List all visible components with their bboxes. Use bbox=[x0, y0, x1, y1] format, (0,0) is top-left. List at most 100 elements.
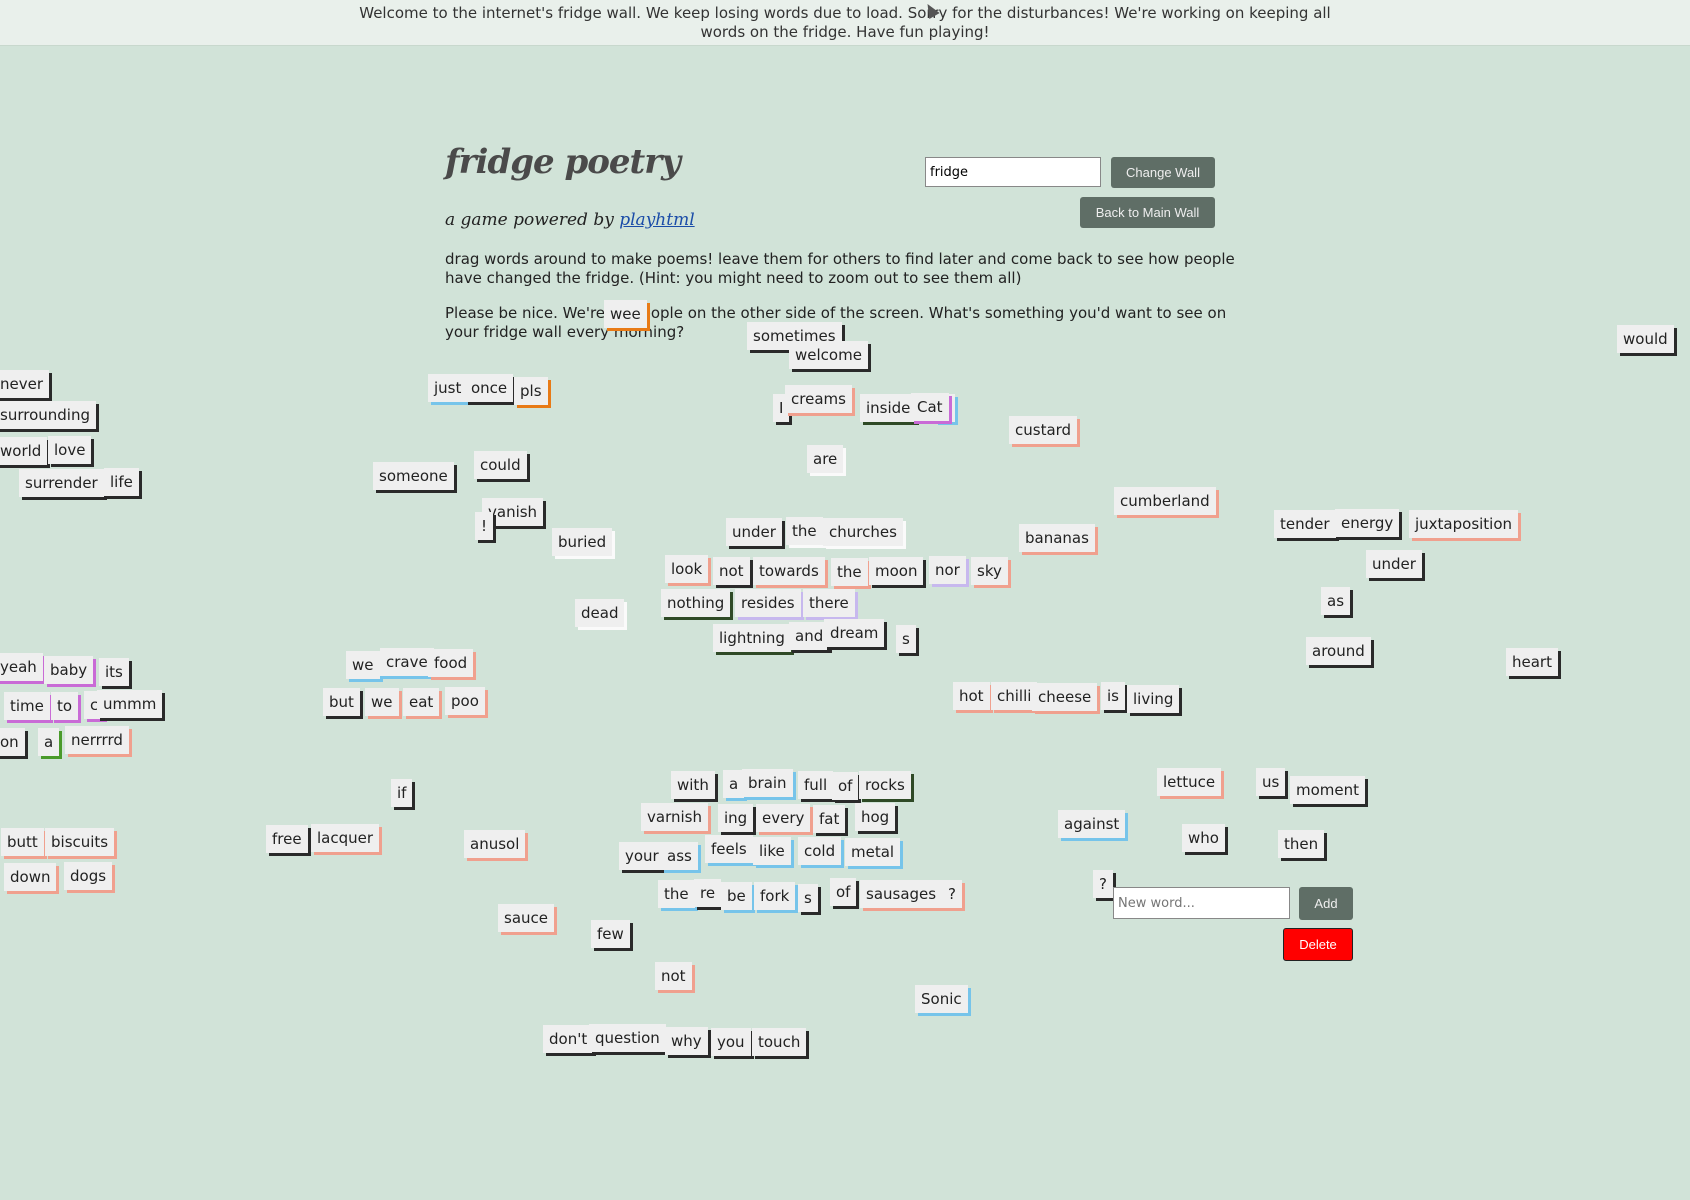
word-magnet[interactable]: welcome bbox=[789, 341, 868, 369]
word-magnet[interactable]: s bbox=[798, 884, 818, 912]
word-magnet[interactable]: fork bbox=[754, 882, 796, 910]
word-magnet[interactable]: ass bbox=[661, 842, 698, 870]
word-magnet[interactable]: nerrrrd bbox=[65, 726, 129, 754]
word-magnet[interactable]: lacquer bbox=[311, 824, 380, 852]
word-magnet[interactable]: us bbox=[1256, 768, 1286, 796]
word-magnet[interactable]: living bbox=[1127, 685, 1180, 713]
word-magnet[interactable]: surrender bbox=[19, 469, 104, 497]
add-word-button[interactable]: Add bbox=[1299, 887, 1353, 920]
word-magnet[interactable]: we bbox=[346, 651, 380, 679]
word-magnet[interactable]: sauce bbox=[498, 904, 554, 932]
word-magnet[interactable]: baby bbox=[44, 656, 94, 684]
word-magnet[interactable]: on bbox=[0, 728, 25, 756]
word-magnet[interactable]: touch bbox=[752, 1028, 807, 1056]
word-magnet[interactable]: nothing bbox=[661, 589, 731, 617]
word-magnet[interactable]: food bbox=[428, 649, 474, 677]
word-magnet[interactable]: moment bbox=[1290, 776, 1366, 804]
word-magnet[interactable]: custard bbox=[1009, 416, 1078, 444]
word-magnet[interactable]: cumberland bbox=[1114, 487, 1216, 515]
word-magnet[interactable]: who bbox=[1182, 824, 1225, 852]
word-magnet[interactable]: pls bbox=[514, 377, 548, 405]
word-magnet[interactable]: brain bbox=[742, 769, 793, 797]
playhtml-link[interactable]: playhtml bbox=[619, 210, 694, 230]
word-magnet[interactable]: under bbox=[726, 518, 782, 546]
word-magnet[interactable]: moon bbox=[869, 557, 924, 585]
word-magnet[interactable]: there bbox=[803, 589, 855, 617]
word-magnet[interactable]: cold bbox=[798, 837, 842, 865]
word-magnet[interactable]: under bbox=[1366, 550, 1422, 578]
word-magnet[interactable]: rocks bbox=[859, 771, 911, 799]
word-magnet[interactable]: but bbox=[323, 688, 360, 716]
word-magnet[interactable]: dogs bbox=[64, 862, 113, 890]
word-magnet[interactable]: tender bbox=[1274, 510, 1336, 538]
word-magnet[interactable]: world bbox=[0, 437, 48, 465]
word-magnet[interactable]: not bbox=[713, 557, 750, 585]
word-magnet[interactable]: ! bbox=[475, 512, 494, 540]
word-magnet[interactable]: crave bbox=[380, 648, 434, 676]
word-magnet[interactable]: why bbox=[665, 1027, 708, 1055]
word-magnet[interactable]: metal bbox=[845, 838, 901, 866]
word-magnet[interactable]: sky bbox=[971, 557, 1008, 585]
word-magnet[interactable]: poo bbox=[445, 687, 485, 715]
word-magnet[interactable]: towards bbox=[753, 557, 825, 585]
word-magnet[interactable]: the bbox=[831, 558, 868, 586]
word-magnet[interactable]: inside bbox=[860, 394, 917, 422]
word-magnet[interactable]: are bbox=[807, 445, 844, 473]
word-magnet[interactable]: buried bbox=[552, 528, 613, 556]
word-magnet[interactable]: time bbox=[4, 692, 50, 720]
word-magnet[interactable]: eat bbox=[403, 688, 440, 716]
word-magnet[interactable]: butt bbox=[1, 828, 44, 856]
word-magnet[interactable]: of bbox=[832, 772, 859, 800]
new-word-input[interactable] bbox=[1113, 887, 1290, 919]
word-magnet[interactable]: energy bbox=[1335, 509, 1400, 537]
word-magnet[interactable]: re bbox=[694, 879, 722, 907]
word-magnet[interactable]: Cat bbox=[911, 393, 949, 421]
word-magnet[interactable]: could bbox=[474, 451, 527, 479]
word-magnet[interactable]: ? bbox=[942, 880, 962, 908]
word-magnet[interactable]: wee bbox=[604, 300, 647, 328]
word-magnet[interactable]: question bbox=[589, 1024, 666, 1052]
word-magnet[interactable]: once bbox=[465, 374, 514, 402]
word-magnet[interactable]: dream bbox=[824, 619, 885, 647]
word-magnet[interactable]: then bbox=[1278, 830, 1325, 858]
word-magnet[interactable]: few bbox=[591, 920, 630, 948]
word-magnet[interactable]: to bbox=[51, 692, 79, 720]
word-magnet[interactable]: yeah bbox=[0, 653, 43, 681]
word-magnet[interactable]: life bbox=[104, 468, 139, 496]
word-magnet[interactable]: don't bbox=[543, 1025, 594, 1053]
word-magnet[interactable]: down bbox=[4, 863, 57, 891]
word-magnet[interactable]: with bbox=[671, 771, 715, 799]
word-magnet[interactable]: free bbox=[266, 825, 308, 853]
word-magnet[interactable]: your bbox=[619, 842, 665, 870]
word-magnet[interactable]: creams bbox=[785, 385, 852, 413]
word-magnet[interactable]: varnish bbox=[641, 803, 708, 831]
word-magnet[interactable]: nor bbox=[929, 556, 966, 584]
word-magnet[interactable]: not bbox=[655, 962, 692, 990]
word-magnet[interactable]: the bbox=[786, 517, 823, 545]
back-to-main-wall-button[interactable]: Back to Main Wall bbox=[1080, 197, 1215, 228]
word-magnet[interactable]: dead bbox=[575, 599, 625, 627]
word-magnet[interactable]: like bbox=[753, 837, 791, 865]
word-magnet[interactable]: cheese bbox=[1032, 683, 1098, 711]
word-magnet[interactable]: full bbox=[798, 771, 834, 799]
word-magnet[interactable]: hog bbox=[855, 803, 896, 831]
word-magnet[interactable]: ummm bbox=[97, 690, 163, 718]
word-magnet[interactable]: s bbox=[896, 625, 916, 653]
word-magnet[interactable]: would bbox=[1617, 325, 1674, 353]
word-magnet[interactable]: resides bbox=[735, 589, 801, 617]
word-magnet[interactable]: ? bbox=[1093, 870, 1113, 898]
word-magnet[interactable]: just bbox=[428, 374, 468, 402]
word-magnet[interactable]: love bbox=[48, 436, 92, 464]
word-magnet[interactable]: never bbox=[0, 370, 50, 398]
word-magnet[interactable]: feels bbox=[705, 835, 753, 863]
word-magnet[interactable]: biscuits bbox=[45, 828, 115, 856]
word-magnet[interactable]: ing bbox=[718, 804, 754, 832]
word-magnet[interactable]: every bbox=[756, 804, 811, 832]
word-magnet[interactable]: juxtaposition bbox=[1409, 510, 1519, 538]
word-magnet[interactable]: Sonic bbox=[915, 985, 968, 1013]
word-magnet[interactable]: churches bbox=[823, 518, 903, 546]
word-magnet[interactable]: is bbox=[1101, 682, 1125, 710]
change-wall-button[interactable]: Change Wall bbox=[1111, 157, 1215, 188]
word-magnet[interactable]: surrounding bbox=[0, 401, 96, 429]
word-magnet[interactable]: as bbox=[1321, 587, 1351, 615]
